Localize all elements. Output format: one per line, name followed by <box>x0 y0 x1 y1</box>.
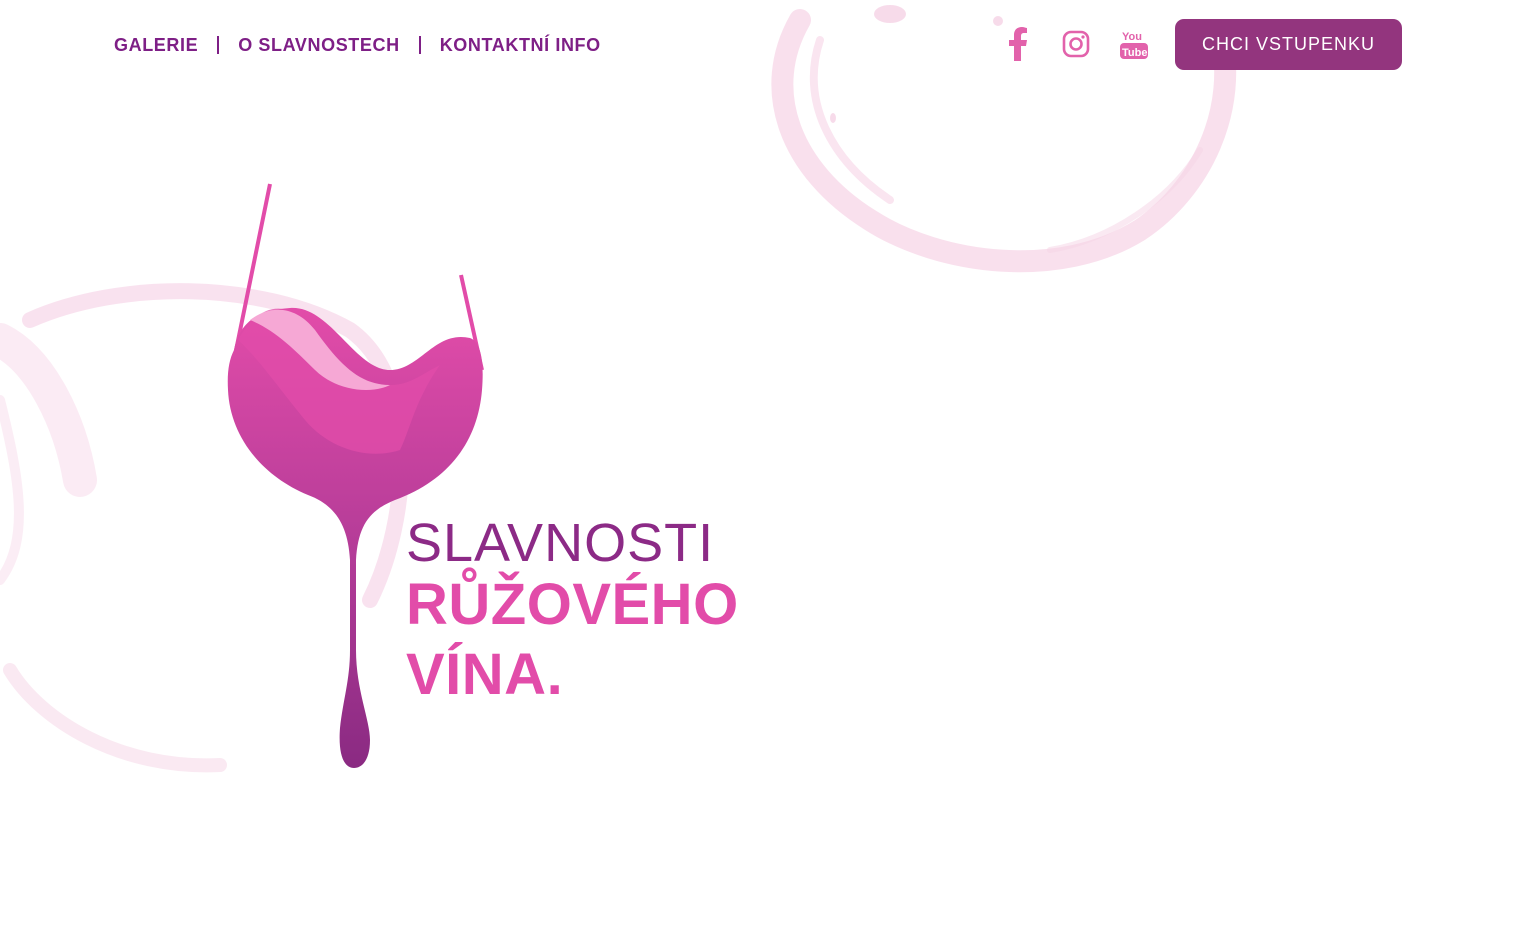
social-links: You Tube <box>1000 26 1152 62</box>
hero-title-line-2: RŮŽOVÉHO <box>406 572 739 637</box>
nav-separator <box>217 36 220 54</box>
instagram-icon[interactable] <box>1058 26 1094 62</box>
main-nav: GALERIE O SLAVNOSTECH KONTAKTNÍ INFO <box>114 32 601 58</box>
nav-item-o-slavnostech[interactable]: O SLAVNOSTECH <box>238 35 399 56</box>
youtube-icon[interactable]: You Tube <box>1116 26 1152 62</box>
hero-title: SLAVNOSTI RŮŽOVÉHO VÍNA. <box>406 516 739 716</box>
nav-item-kontaktni-info[interactable]: KONTAKTNÍ INFO <box>440 35 601 56</box>
youtube-logo-you: You <box>1122 31 1142 43</box>
buy-ticket-button[interactable]: CHCI VSTUPENKU <box>1175 19 1402 70</box>
facebook-icon[interactable] <box>1000 26 1036 62</box>
hero-title-line-1: SLAVNOSTI <box>406 513 715 573</box>
nav-item-galerie[interactable]: GALERIE <box>114 35 198 56</box>
nav-separator <box>418 36 421 54</box>
hero-title-line-3: VÍNA. <box>406 642 564 707</box>
youtube-logo-tube: Tube <box>1122 47 1147 59</box>
